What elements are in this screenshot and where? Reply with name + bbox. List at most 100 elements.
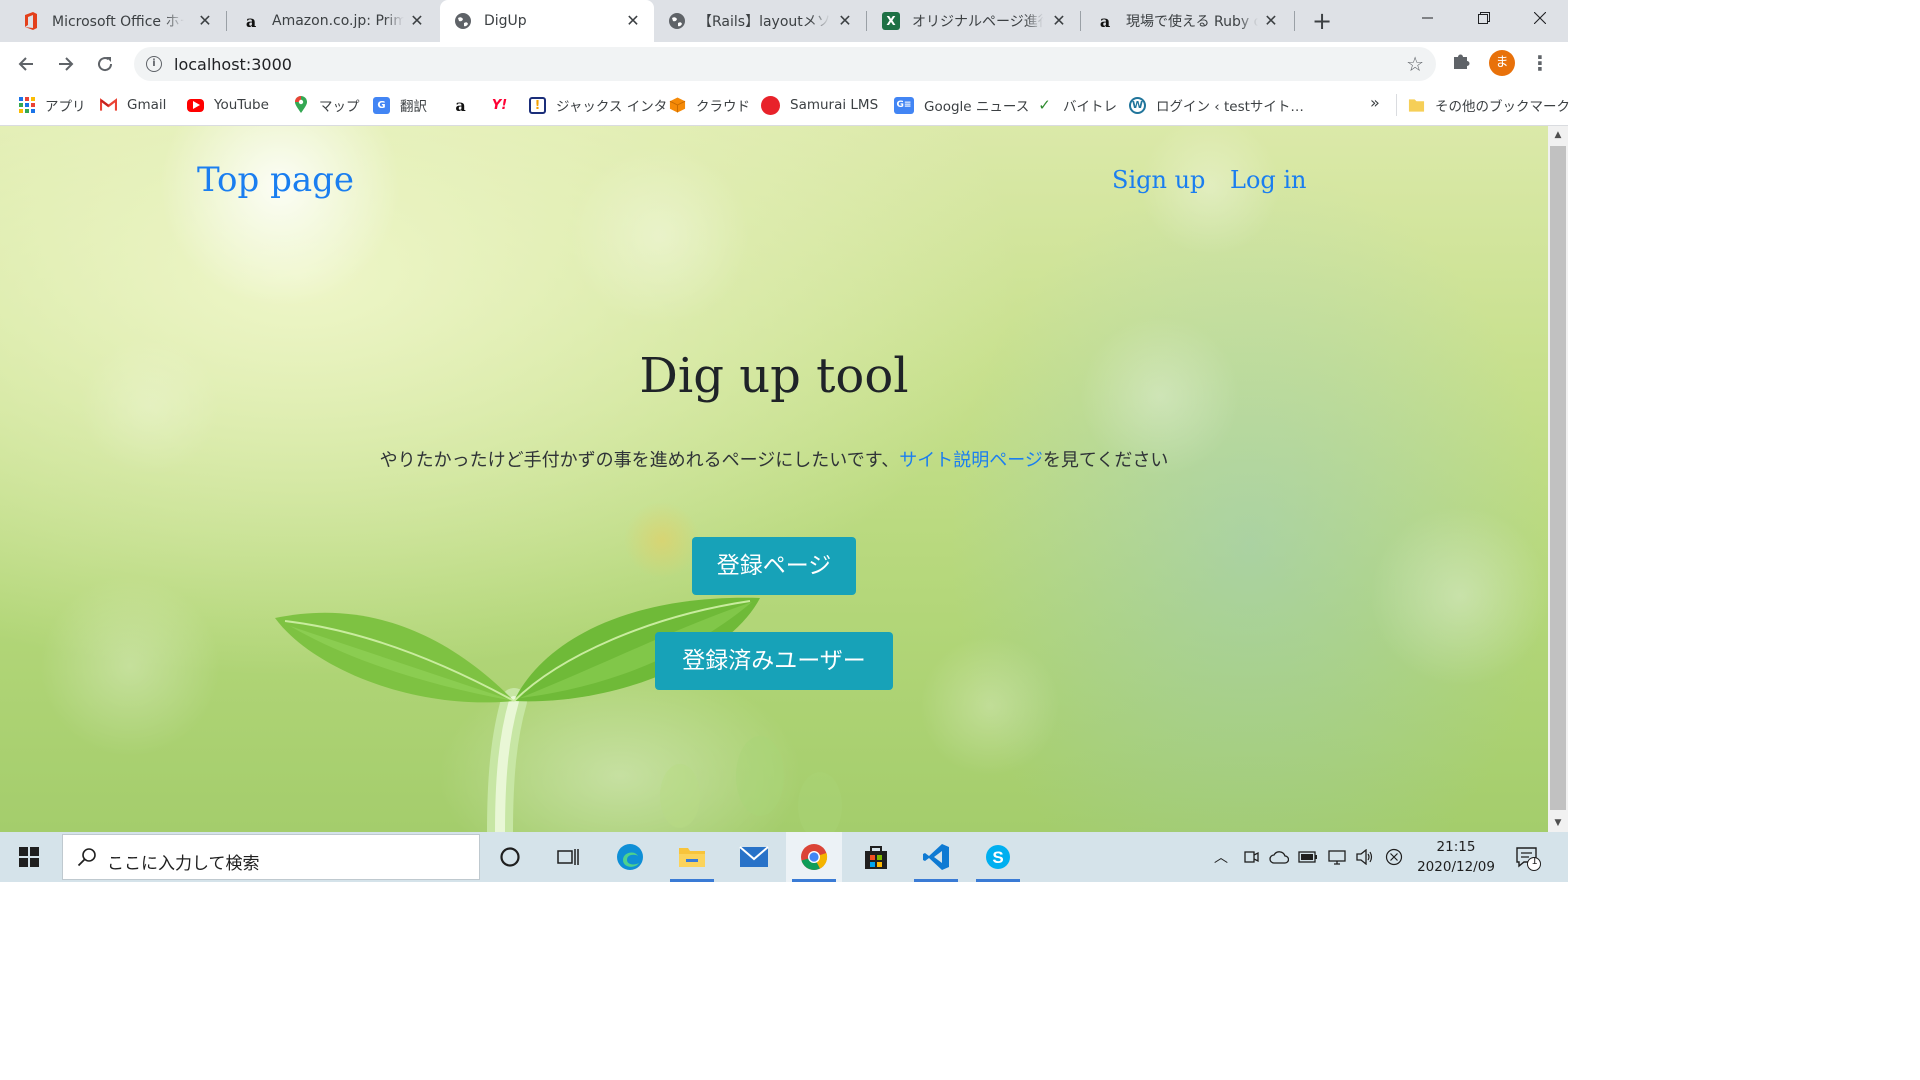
chrome-taskbar-button[interactable] [786,832,842,882]
apps-grid-icon [18,97,35,114]
start-button[interactable] [0,832,58,882]
volume-icon[interactable] [1354,846,1376,868]
bookmark-translate[interactable]: G 翻訳 [373,94,427,116]
edge-icon [617,844,643,870]
task-view-icon [557,849,579,865]
reload-button[interactable] [91,50,119,78]
star-icon[interactable]: ☆ [1406,52,1424,76]
close-icon[interactable]: ✕ [408,12,426,30]
bookmark-yahoo[interactable]: Y! [491,94,518,116]
meet-now-icon[interactable] [1240,846,1262,868]
scroll-up-icon[interactable]: ▲ [1548,126,1568,144]
restore-icon [1478,12,1490,24]
close-icon [1534,12,1546,24]
close-icon[interactable]: ✕ [1050,12,1068,30]
store-bag-icon [865,846,887,869]
bookmark-baitore[interactable]: ✓ バイトレ [1036,94,1117,116]
task-view-button[interactable] [540,832,596,882]
scroll-down-icon[interactable]: ▼ [1548,814,1568,832]
search-placeholder: ここに入力して検索 [107,854,260,874]
store-taskbar-button[interactable] [848,832,904,882]
explorer-taskbar-button[interactable] [664,832,720,882]
notification-count: 1 [1531,856,1538,867]
bookmark-apps[interactable]: アプリ [18,94,86,116]
bookmark-wordpress-login[interactable]: W ログイン ‹ testサイト… [1129,94,1304,116]
skype-taskbar-button[interactable]: S [970,832,1026,882]
forward-button[interactable] [52,50,80,78]
battery-icon[interactable] [1297,846,1319,868]
taskbar-search-box[interactable]: ここに入力して検索 [62,834,480,880]
tab-separator [1294,11,1295,31]
globe-icon [668,12,686,30]
amazon-icon: a [1099,11,1111,31]
profile-avatar[interactable]: ま [1489,50,1515,76]
close-icon[interactable]: ✕ [836,12,854,30]
back-button[interactable] [12,50,40,78]
extensions-button[interactable] [1450,50,1474,74]
tab-digup[interactable]: DigUp ✕ [440,0,654,42]
bookmark-youtube[interactable]: YouTube [187,94,269,116]
svg-text:S: S [992,848,1003,867]
tab-ruby-on-rails-book[interactable]: a 現場で使える Ruby on ✕ [1080,0,1292,42]
close-icon[interactable]: ✕ [196,12,214,30]
office-icon [22,12,40,30]
amazon-icon: a [455,95,466,115]
more-menu-icon[interactable]: ⋮ [1530,50,1550,76]
info-icon[interactable]: i [146,56,162,72]
register-page-button[interactable]: 登録ページ [692,537,856,595]
page-title: Dig up tool [639,348,909,404]
tab-strip: Microsoft Office ホーム ✕ a Amazon.co.jp: P… [0,0,1568,42]
site-description-link[interactable]: サイト説明ページ [899,450,1043,471]
samurai-icon [761,95,780,115]
scroll-thumb[interactable] [1550,146,1566,810]
gmail-icon [100,97,117,114]
nav-signup-link[interactable]: Sign up [1112,166,1205,194]
youtube-icon [187,98,204,112]
bookmark-cloud[interactable]: クラウド [669,94,750,116]
bookmark-other-folder[interactable]: その他のブックマーク [1408,94,1570,116]
tab-original-page-memo[interactable]: X オリジナルページ進行メモ ✕ [866,0,1080,42]
mail-taskbar-button[interactable] [726,832,782,882]
vscode-taskbar-button[interactable] [908,832,964,882]
bookmarks-overflow-button[interactable]: » [1370,93,1380,112]
close-icon[interactable]: ✕ [1262,12,1280,30]
windows-taskbar: ここに入力して検索 S ︿ 21:15 2020/12/09 1 [0,832,1568,882]
tab-microsoft-office[interactable]: Microsoft Office ホーム ✕ [0,0,226,42]
new-tab-button[interactable]: + [1308,8,1336,36]
bookmarks-bar: アプリ Gmail YouTube マップ G 翻訳 a Y! ! ジャックス … [0,86,1570,126]
bookmark-gmail[interactable]: Gmail [100,94,166,116]
registered-users-button[interactable]: 登録済みユーザー [655,632,893,690]
nav-login-link[interactable]: Log in [1230,166,1307,194]
vscode-icon [923,844,949,870]
globe-icon [454,12,472,30]
action-center-button[interactable]: 1 [1514,844,1542,872]
url-text[interactable]: localhost:3000 [174,55,292,74]
page-scrollbar[interactable]: ▲ ▼ [1548,126,1568,832]
google-news-icon: G≡ [894,96,914,114]
onedrive-cloud-icon[interactable] [1268,846,1290,868]
edge-taskbar-button[interactable] [602,832,658,882]
wordpress-icon: W [1129,96,1146,114]
restore-button[interactable] [1456,0,1512,36]
close-icon[interactable]: ✕ [624,12,642,30]
bookmark-maps[interactable]: マップ [292,94,360,116]
minimize-button[interactable] [1400,0,1456,36]
arrow-right-icon [59,57,74,71]
bookmark-amazon[interactable]: a [452,94,479,116]
tab-rails-layout[interactable]: 【Rails】layoutメソッドの ✕ [654,0,866,42]
chevron-up-icon[interactable]: ︿ [1210,846,1232,868]
bookmark-google-news[interactable]: G≡ Google ニュース [894,94,1029,116]
sprout-background-image [275,597,842,832]
network-icon[interactable] [1326,846,1348,868]
tab-amazon-prime[interactable]: a Amazon.co.jp: Prime ✕ [226,0,438,42]
bookmarks-divider [1396,94,1397,116]
close-window-button[interactable] [1512,0,1568,36]
ime-status-icon[interactable] [1383,846,1405,868]
bookmark-samurai-lms[interactable]: Samurai LMS [761,94,878,116]
address-bar[interactable]: i localhost:3000 ☆ [134,47,1436,81]
nav-brand-top-page[interactable]: Top page [197,160,354,200]
bookmark-jaccs[interactable]: ! ジャックス インタ [529,94,667,116]
page-viewport: Top page Sign up Log in Dig up tool やりたか… [0,126,1548,832]
cortana-button[interactable] [482,832,538,882]
taskbar-clock[interactable]: 21:15 2020/12/09 [1410,837,1502,877]
